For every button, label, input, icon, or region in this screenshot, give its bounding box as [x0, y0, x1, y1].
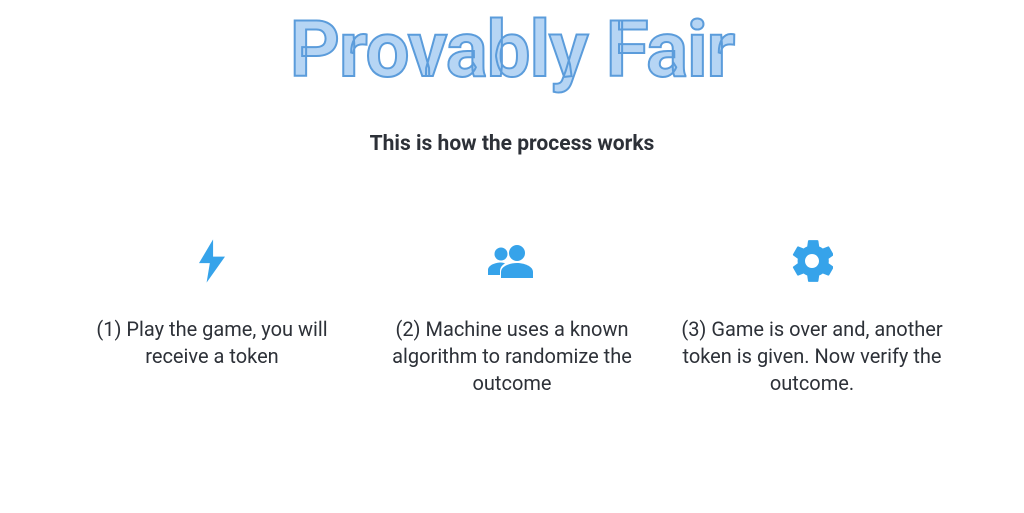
page-title: Provably Fair	[290, 8, 734, 94]
step-2-text: (2) Machine uses a known algorithm to ra…	[374, 316, 650, 397]
subtitle: This is how the process works	[370, 132, 655, 156]
step-2: (2) Machine uses a known algorithm to ra…	[362, 236, 662, 397]
gear-icon	[791, 236, 833, 286]
bolt-icon	[199, 236, 225, 286]
step-1: (1) Play the game, you will receive a to…	[62, 236, 362, 397]
steps-row: (1) Play the game, you will receive a to…	[0, 236, 1024, 397]
step-1-text: (1) Play the game, you will receive a to…	[74, 316, 350, 370]
step-3-text: (3) Game is over and, another token is g…	[674, 316, 950, 397]
page-container: Provably Fair This is how the process wo…	[0, 0, 1024, 513]
people-icon	[486, 236, 538, 286]
step-3: (3) Game is over and, another token is g…	[662, 236, 962, 397]
